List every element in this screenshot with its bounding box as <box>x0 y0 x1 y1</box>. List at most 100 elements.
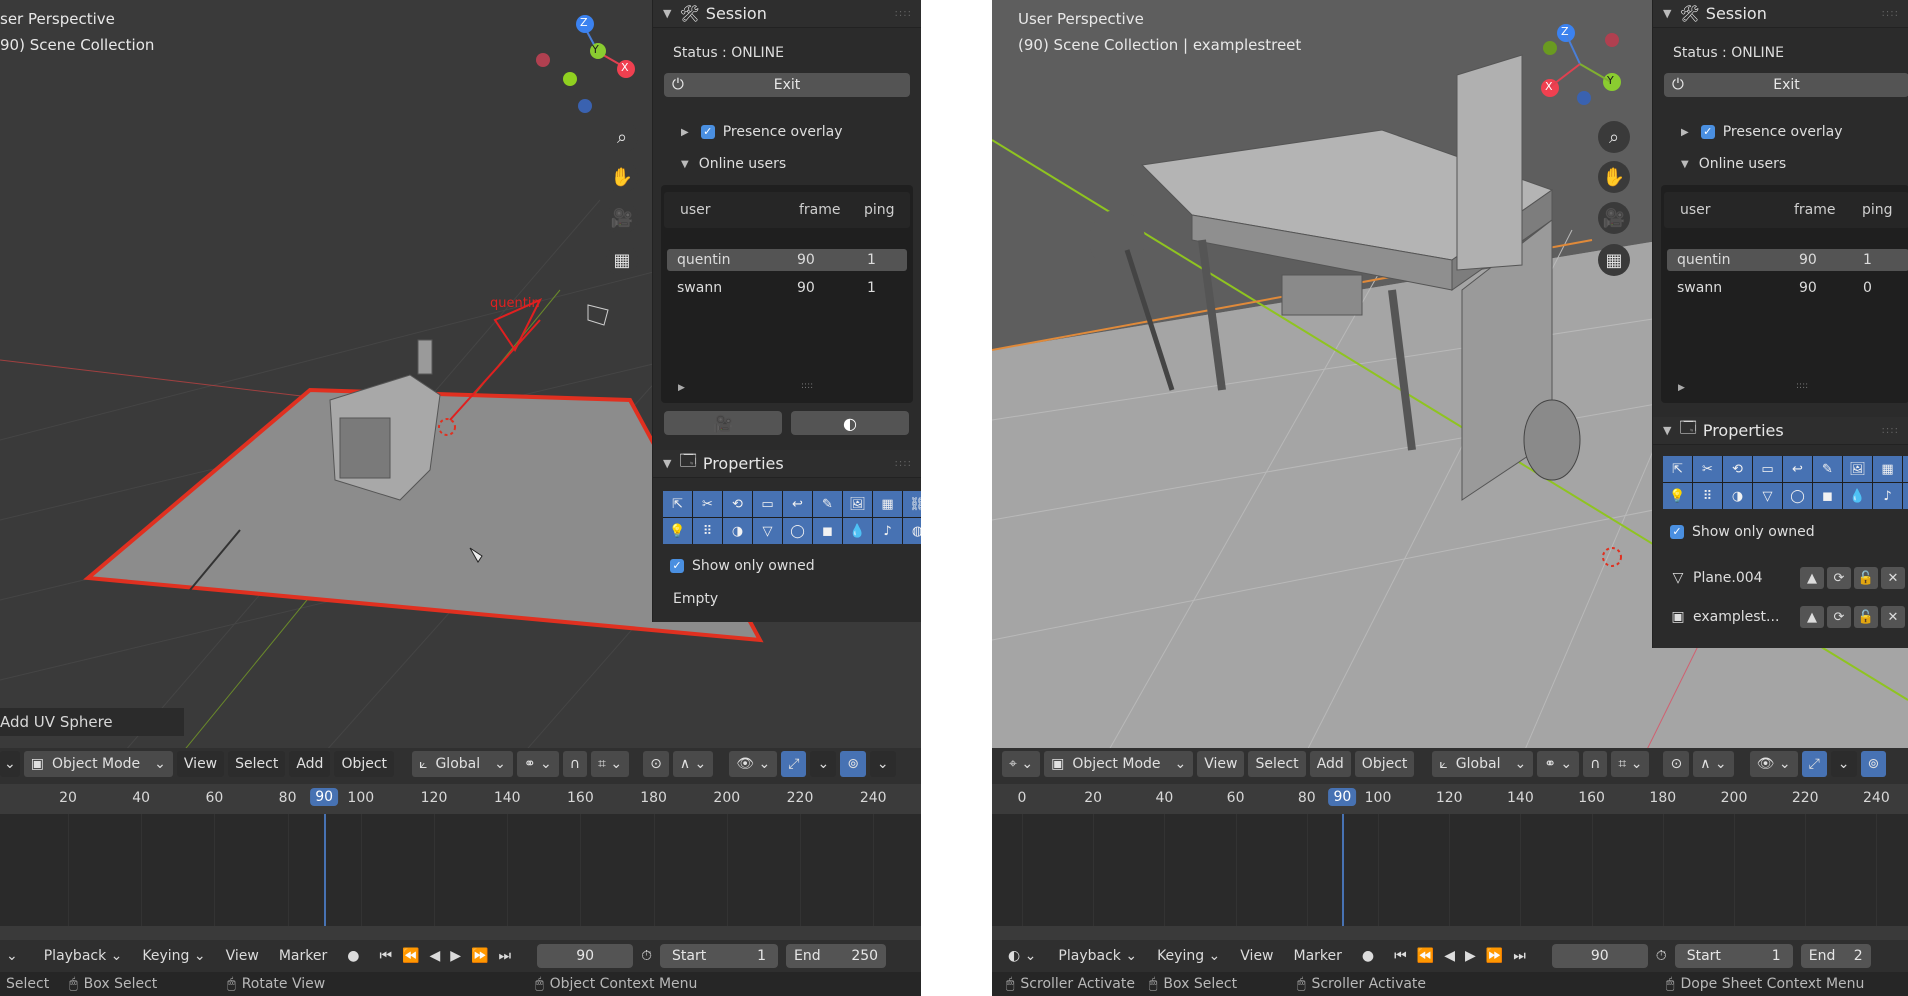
play-icon[interactable]: ▶ <box>450 948 461 964</box>
transform-orientation-dropdown[interactable]: ⟀ Global ⌄ <box>412 751 513 777</box>
visibility-eye-icon[interactable]: 👁 ⌄ <box>729 751 778 777</box>
left-3d-viewport[interactable]: ser Perspective 90) Scene Collection Z Y… <box>0 0 921 780</box>
snap-target-icon[interactable]: ⌗ ⌄ <box>1611 751 1650 777</box>
session-panel-header[interactable]: ▼ 🛠 Session:::: <box>1653 0 1908 28</box>
user-row-swann[interactable]: swann 90 0 <box>1667 277 1908 299</box>
online-users-subpanel-header[interactable]: ▼ Online users <box>1681 151 1786 177</box>
menu-select[interactable]: Select <box>1248 751 1306 777</box>
pan-hand-icon[interactable]: ✋ <box>606 161 638 193</box>
note-filter-icon[interactable]: ♪ <box>873 518 902 544</box>
snap-magnet-icon[interactable]: ∩ <box>1583 751 1608 777</box>
type-filter-icon-grid[interactable]: ⇱✂⟲▭↩✎🖼▦⛓ 💡⠿◑▽◯◼💧♪◍ <box>1663 456 1908 509</box>
editor-clock-icon[interactable]: ◐ ⌄ <box>1008 948 1036 964</box>
camera-follow-button[interactable]: 🎥 <box>664 411 782 435</box>
circle-filter-icon[interactable]: ◯ <box>783 518 812 544</box>
next-keyframe-icon[interactable]: ⏩ <box>471 948 488 964</box>
snap-target-icon[interactable]: ⌗ ⌄ <box>591 751 630 777</box>
end-frame-field[interactable]: End 250 <box>786 944 887 968</box>
overlay-toggle-icon[interactable]: ⊚ <box>1860 751 1887 777</box>
cursor-filter-icon[interactable]: ⇱ <box>1663 456 1692 482</box>
menu-view[interactable]: View <box>1197 751 1245 777</box>
record-icon[interactable]: ● <box>1362 948 1374 964</box>
square-filter-icon[interactable]: ◼ <box>1813 483 1842 509</box>
jump-start-icon[interactable]: ⏮ <box>379 948 392 964</box>
orbit-filter-icon[interactable]: ⟲ <box>723 491 752 517</box>
camera-view-icon[interactable]: 🎥 <box>1598 202 1630 234</box>
drag-grip-icon[interactable]: :::: <box>895 8 912 19</box>
menu-view[interactable]: View <box>176 751 225 777</box>
object-mode-dropdown[interactable]: ▣ Object Mode ⌄ <box>23 751 173 777</box>
next-keyframe-icon[interactable]: ⏩ <box>1486 948 1503 964</box>
falloff-curve-icon[interactable]: ∧ ⌄ <box>1693 751 1734 777</box>
unlock-icon[interactable]: 🔓 <box>1854 606 1878 628</box>
refresh-icon[interactable]: ⟳ <box>1827 606 1851 628</box>
globe-filter-icon[interactable]: ◍ <box>903 518 921 544</box>
end-frame-field[interactable]: End 2 <box>1800 944 1871 968</box>
falloff-curve-icon[interactable]: ∧ ⌄ <box>672 751 714 777</box>
link-filter-icon[interactable]: ⛓ <box>1903 456 1908 482</box>
chevron-down-icon[interactable]: ⌄ <box>810 751 837 777</box>
drops-filter-icon[interactable]: 💧 <box>1843 483 1872 509</box>
square-filter-icon[interactable]: ◼ <box>813 518 842 544</box>
checkbox-checked-icon[interactable]: ✓ <box>670 559 684 573</box>
current-frame-field[interactable]: 90 <box>537 944 634 968</box>
link-filter-icon[interactable]: ⛓ <box>903 491 921 517</box>
list-resize-grip-icon[interactable]: :::: <box>1796 381 1808 391</box>
show-owned-row[interactable]: ✓ Show only owned <box>1670 519 1815 545</box>
menu-marker[interactable]: Marker <box>1294 948 1342 964</box>
bulb-filter-icon[interactable]: 💡 <box>663 518 692 544</box>
half-circle-filter-icon[interactable]: ◑ <box>723 518 752 544</box>
user-row-quentin[interactable]: quentin 90 1 <box>1667 249 1908 271</box>
menu-playback[interactable]: Playback ⌄ <box>1058 948 1137 964</box>
pivot-point-icon[interactable]: ⚭ ⌄ <box>1537 751 1580 777</box>
stopwatch-icon[interactable]: ⏱ <box>641 948 652 964</box>
menu-object[interactable]: Object <box>1354 751 1415 777</box>
online-users-list[interactable]: user frame ping quentin 90 1 swann 90 0 … <box>1661 185 1908 403</box>
presence-overlay-row[interactable]: ▶ ✓ Presence overlay <box>1681 119 1842 145</box>
play-reverse-icon[interactable]: ◀ <box>1444 948 1455 964</box>
drag-grip-icon[interactable]: :::: <box>1882 8 1899 19</box>
folder-filter-icon[interactable]: ▭ <box>1753 456 1782 482</box>
type-filter-icon-grid[interactable]: ⇱✂⟲▭↩✎🖼▦⛓ 💡⠿◑▽◯◼💧♪◍ <box>663 491 921 544</box>
tweak-filter-icon[interactable]: ✂ <box>1693 456 1722 482</box>
globe-filter-icon[interactable]: ◍ <box>1903 483 1908 509</box>
snap-magnet-icon[interactable]: ∩ <box>562 751 588 777</box>
timeline-frame-ruler[interactable]: 20 40 60 80 90 100 120 140 160 180 200 220 240 <box>0 784 921 814</box>
perspective-grid-icon[interactable]: ▦ <box>606 244 638 276</box>
zoom-icon[interactable]: ⌕ <box>606 121 638 153</box>
play-reverse-icon[interactable]: ◀ <box>430 948 441 964</box>
overlay-toggle-icon[interactable]: ⊚ <box>840 751 866 777</box>
circle-filter-icon[interactable]: ◯ <box>1783 483 1812 509</box>
menu-add[interactable]: Add <box>289 751 331 777</box>
menu-view[interactable]: View <box>226 948 259 964</box>
tweak-filter-icon[interactable]: ✂ <box>693 491 722 517</box>
timeline-area[interactable] <box>0 814 921 926</box>
push-up-icon[interactable]: ▲ <box>1800 567 1824 589</box>
image-filter-icon[interactable]: 🖼 <box>1843 456 1872 482</box>
cursor-filter-icon[interactable]: ⇱ <box>663 491 692 517</box>
dots-filter-icon[interactable]: ⠿ <box>693 518 722 544</box>
timeline-scrollbar[interactable] <box>992 926 1908 940</box>
zoom-icon[interactable]: ⌕ <box>1598 121 1630 153</box>
online-users-list[interactable]: user frame ping quentin 90 1 swann 90 1 … <box>661 185 913 403</box>
chevron-down-icon[interactable]: ⌄ <box>6 948 18 964</box>
chevron-down-icon[interactable]: ⌄ <box>869 751 896 777</box>
image-filter-icon[interactable]: 🖼 <box>843 491 872 517</box>
menu-object[interactable]: Object <box>334 751 395 777</box>
start-frame-field[interactable]: Start 1 <box>660 944 779 968</box>
perspective-grid-icon[interactable]: ▦ <box>1598 244 1630 276</box>
curve-filter-icon[interactable]: ↩ <box>783 491 812 517</box>
dots-filter-icon[interactable]: ⠿ <box>1693 483 1722 509</box>
menu-select[interactable]: Select <box>228 751 286 777</box>
pen-filter-icon[interactable]: ✎ <box>813 491 842 517</box>
presence-overlay-row[interactable]: ▶ ✓ Presence overlay <box>681 119 842 145</box>
properties-panel-header[interactable]: ▼ 🗔 Properties:::: <box>653 450 921 478</box>
half-circle-filter-icon[interactable]: ◑ <box>1723 483 1752 509</box>
current-frame-marker[interactable]: 90 <box>310 788 339 806</box>
push-up-icon[interactable]: ▲ <box>1800 606 1824 628</box>
start-frame-field[interactable]: Start 1 <box>1674 944 1793 968</box>
close-icon[interactable]: ✕ <box>1881 567 1905 589</box>
user-row-swann[interactable]: swann 90 1 <box>667 277 907 299</box>
funnel-filter-icon[interactable]: ▽ <box>1753 483 1782 509</box>
record-icon[interactable]: ● <box>347 948 359 964</box>
